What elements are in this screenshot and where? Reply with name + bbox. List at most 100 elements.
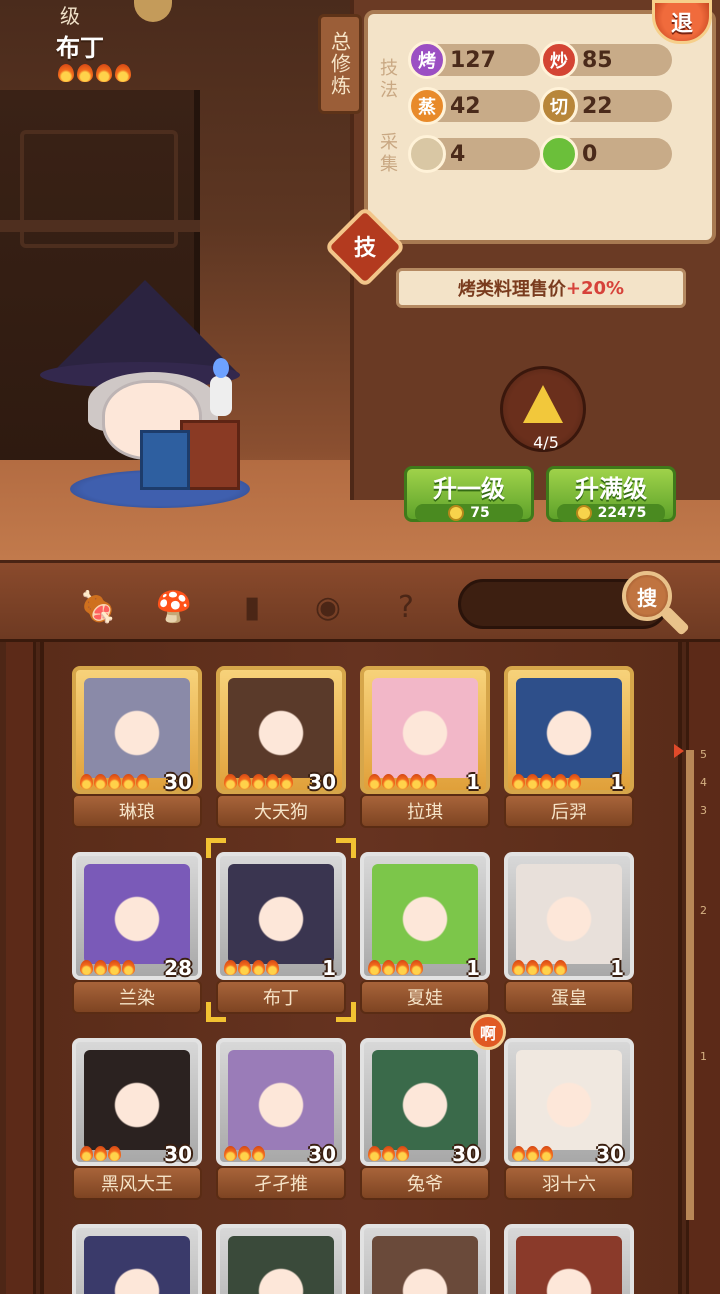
character-card[interactable]: 28: [72, 852, 202, 980]
jar-filter-icon[interactable]: ▮: [230, 585, 274, 629]
card-level: 30: [596, 1142, 624, 1166]
flame-icon: [368, 774, 381, 789]
character-card[interactable]: [72, 1224, 202, 1294]
bonus-bar: 烤类料理售价 +20%: [396, 268, 686, 308]
filter-toolbar: 🍖 🍄 ▮ ◉ ? 搜: [0, 560, 720, 642]
stat-icon: 烤: [408, 41, 446, 79]
card-level: 1: [322, 956, 336, 980]
flame-icon: [396, 1146, 409, 1161]
flame-icon: [410, 774, 423, 789]
stat-value: 127: [450, 47, 496, 73]
witch-hat: [50, 280, 240, 375]
flame-icon: [512, 1146, 525, 1161]
card-level: 30: [308, 770, 336, 794]
flame-icon: [94, 774, 107, 789]
card-level: 1: [610, 770, 624, 794]
stat-icon: 蒸: [408, 87, 446, 125]
location-filter-icon[interactable]: ◉: [306, 585, 350, 629]
character-nameplate[interactable]: 孑孑推: [216, 1166, 346, 1200]
flame-icon: [568, 774, 581, 789]
coin-icon: [575, 505, 592, 521]
character-portrait: [84, 678, 190, 778]
scale-label: 2: [700, 904, 707, 917]
card-rarity: [80, 774, 149, 789]
flame-icon: [94, 960, 107, 975]
card-rarity: [80, 960, 135, 975]
character-figure[interactable]: [40, 280, 260, 520]
stat-pill: 炒 85: [540, 41, 672, 79]
flame-icon: [424, 774, 437, 789]
character-nameplate[interactable]: 大天狗: [216, 794, 346, 828]
card-rarity: [224, 960, 279, 975]
flame-icon: [512, 960, 525, 975]
scroll-scale[interactable]: [686, 750, 694, 1220]
map-question-icon[interactable]: ?: [384, 585, 428, 629]
scroll-indicator-arrow[interactable]: [674, 744, 684, 758]
character-card[interactable]: 1: [504, 852, 634, 980]
coin-icon: [448, 505, 465, 521]
character-card[interactable]: 1: [360, 666, 490, 794]
character-rarity: [58, 64, 131, 82]
card-level: 28: [164, 956, 192, 980]
character-card[interactable]: 30: [72, 666, 202, 794]
scale-label: 1: [700, 1050, 707, 1063]
bonus-value: +20%: [565, 277, 625, 299]
character-card[interactable]: 30: [72, 1038, 202, 1166]
character-portrait: [228, 864, 334, 964]
character-nameplate[interactable]: 蛋皇: [504, 980, 634, 1014]
character-portrait: [84, 1236, 190, 1294]
character-card[interactable]: 30: [216, 1038, 346, 1166]
gather-label: 采集: [377, 132, 398, 176]
stat-icon: 切: [540, 87, 578, 125]
character-card[interactable]: 30: [504, 1038, 634, 1166]
flame-icon: [80, 960, 93, 975]
flame-icon: [368, 960, 381, 975]
card-level: 30: [164, 1142, 192, 1166]
character-card[interactable]: [360, 1224, 490, 1294]
character-nameplate[interactable]: 羽十六: [504, 1166, 634, 1200]
selection-corner: [206, 1002, 226, 1022]
flame-icon: [554, 960, 567, 975]
flame-icon: [382, 1146, 395, 1161]
cabbage-icon: [540, 135, 578, 173]
upgrade-one-label: 升一级: [433, 475, 505, 503]
upgrade-one-button[interactable]: 升一级 75: [404, 466, 534, 522]
character-card[interactable]: [216, 1224, 346, 1294]
character-nameplate[interactable]: 黑风大王: [72, 1166, 202, 1200]
flame-icon: [280, 774, 293, 789]
character-nameplate[interactable]: 拉琪: [360, 794, 490, 828]
character-nameplate[interactable]: 兰染: [72, 980, 202, 1014]
character-card[interactable]: 30: [216, 666, 346, 794]
character-nameplate[interactable]: 琳琅: [72, 794, 202, 828]
flame-icon: [122, 960, 135, 975]
character-nameplate[interactable]: 兔爷: [360, 1166, 490, 1200]
character-card[interactable]: 1: [504, 666, 634, 794]
character-nameplate[interactable]: 布丁: [216, 980, 346, 1014]
total-training-tag[interactable]: 总修炼: [318, 14, 362, 114]
flame-icon: [252, 960, 265, 975]
rice-ball-icon: [523, 385, 563, 423]
character-portrait: [372, 1050, 478, 1150]
scale-label: 5: [700, 748, 707, 761]
character-card[interactable]: 30: [360, 1038, 490, 1166]
upgrade-max-button[interactable]: 升满级 22475: [546, 466, 676, 522]
character-portrait: [372, 864, 478, 964]
character-card[interactable]: 1: [216, 852, 346, 980]
flame-icon: [94, 1146, 107, 1161]
notification-badge[interactable]: 啊: [470, 1014, 506, 1050]
lamp-icon: [210, 358, 232, 416]
meat-filter-icon[interactable]: 🍖: [76, 585, 120, 629]
character-card[interactable]: [504, 1224, 634, 1294]
upgrade-item-slot[interactable]: 4/5: [500, 366, 586, 452]
character-portrait: [228, 1050, 334, 1150]
star-icon[interactable]: [134, 0, 172, 22]
flame-icon: [526, 960, 539, 975]
upgrade-max-label: 升满级: [575, 475, 647, 503]
flame-icon: [382, 774, 395, 789]
mushroom-filter-icon[interactable]: 🍄: [152, 585, 196, 629]
character-nameplate[interactable]: 后羿: [504, 794, 634, 828]
character-card[interactable]: 1: [360, 852, 490, 980]
flame-icon: [77, 64, 93, 82]
character-nameplate[interactable]: 夏娃: [360, 980, 490, 1014]
flame-icon: [252, 774, 265, 789]
